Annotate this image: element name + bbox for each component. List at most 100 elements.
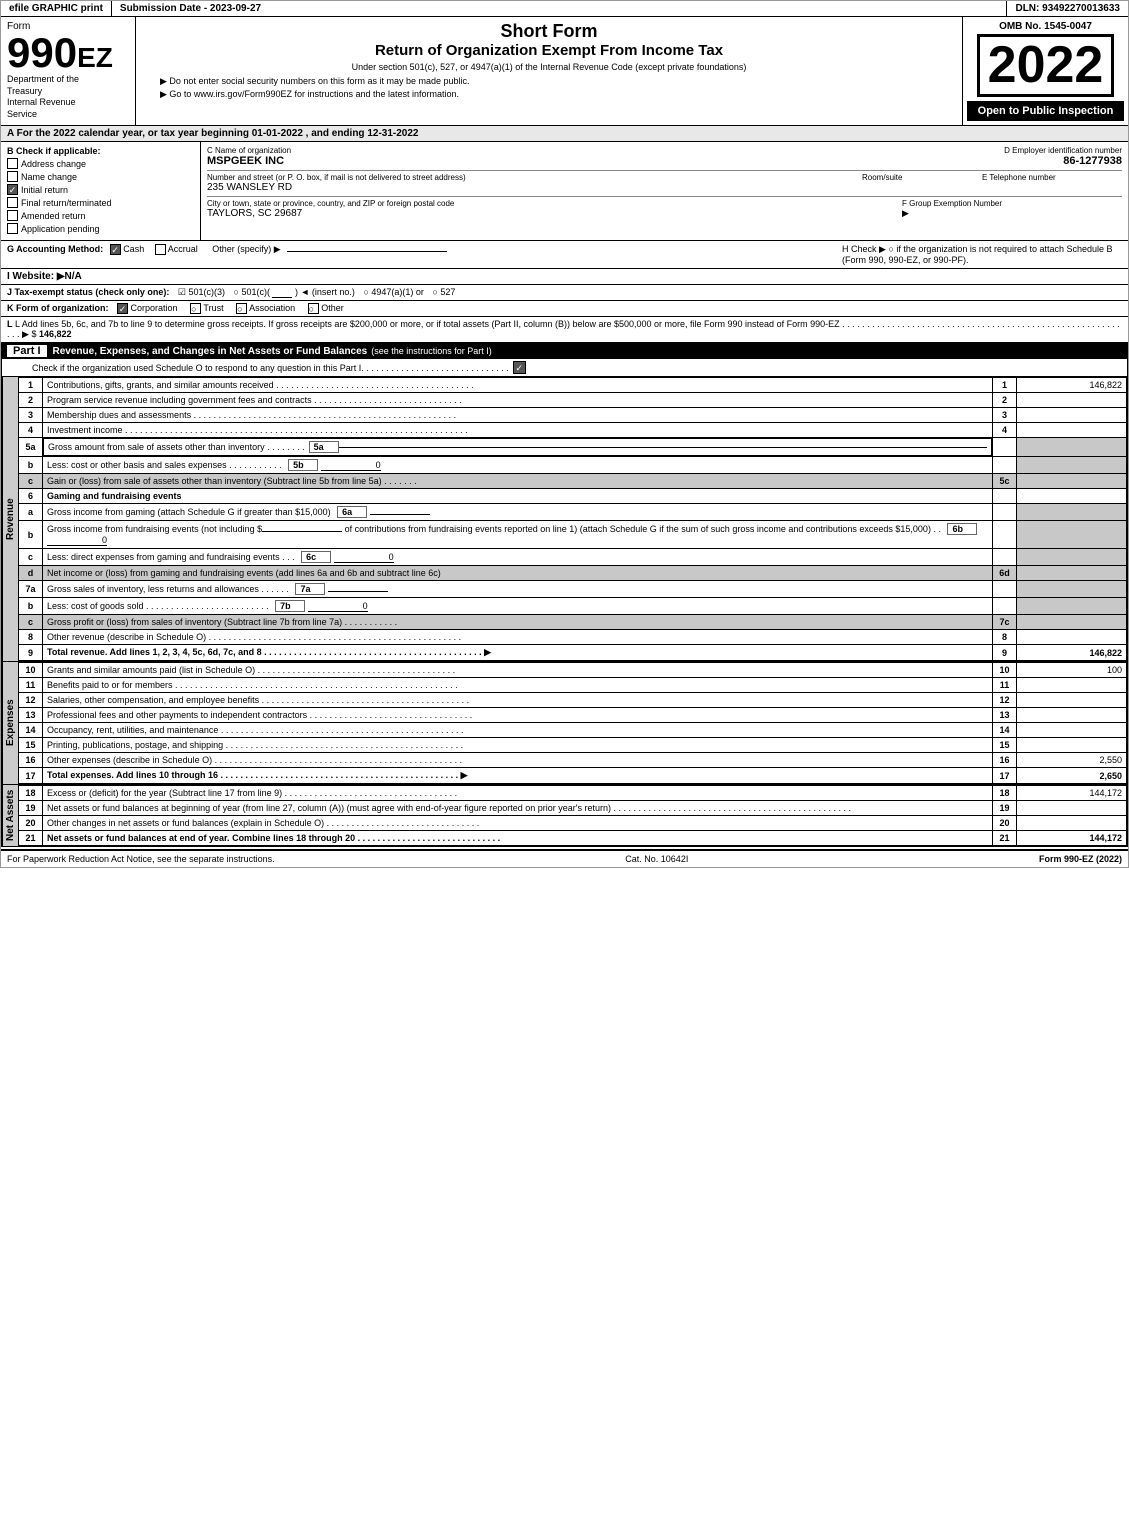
row-amount [1017,438,1127,457]
under-section: Under section 501(c), 527, or 4947(a)(1)… [140,62,958,72]
address-change-checkbox[interactable] [7,158,18,169]
application-pending-label: Application pending [21,224,100,234]
row-desc: Gross income from fundraising events (no… [43,521,993,549]
row-amount [1017,630,1127,645]
cash-checkbox[interactable]: ✓ [110,244,121,255]
l-prefix: L [7,319,13,329]
table-row: 10 Grants and similar amounts paid (list… [19,663,1127,678]
other-specify-field[interactable] [287,251,447,252]
row-line [993,504,1017,521]
table-row: 9 Total revenue. Add lines 1, 2, 3, 4, 5… [19,645,1127,661]
table-row: 5a Gross amount from sale of assets othe… [19,438,1127,457]
row-amount [1017,521,1127,549]
row-num: b [19,598,43,615]
row-line: 1 [993,378,1017,393]
table-row: 21 Net assets or fund balances at end of… [19,831,1127,846]
check-line-checkbox[interactable]: ✓ [513,361,526,374]
assoc-option: ○ Association [236,303,298,313]
row-desc: Net assets or fund balances at beginning… [43,801,993,816]
row-line [993,581,1017,598]
name-change-label: Name change [21,172,77,182]
table-row: d Net income or (loss) from gaming and f… [19,566,1127,581]
final-return-checkbox[interactable] [7,197,18,208]
row-desc: Other revenue (describe in Schedule O) .… [43,630,993,645]
row-desc: Contributions, gifts, grants, and simila… [43,378,993,393]
row-line: 21 [993,831,1017,846]
street-block: Number and street (or P. O. box, if mail… [207,173,862,193]
assoc-checkbox[interactable]: ○ [236,303,247,314]
other-org-checkbox[interactable]: ○ [308,303,319,314]
row-num: 13 [19,708,43,723]
trust-option: ○ Trust [190,303,226,313]
table-row: 8 Other revenue (describe in Schedule O)… [19,630,1127,645]
row-amount [1017,408,1127,423]
row-desc: Gaming and fundraising events [43,489,993,504]
row-num: 6 [19,489,43,504]
accrual-option: Accrual [155,244,201,254]
ein-label: D Employer identification number [902,146,1122,155]
row-amount: 144,172 [1017,786,1127,801]
section-i: I Website: ▶N/A [1,269,1128,285]
row-amount [1017,504,1127,521]
row-line: 6d [993,566,1017,581]
efile-label: efile GRAPHIC print [1,1,112,16]
table-row: 3 Membership dues and assessments . . . … [19,408,1127,423]
row-num: 4 [19,423,43,438]
org-name-block: C Name of organization MSPGEEK INC [207,146,902,167]
row-num: 5a [19,438,43,457]
insert-no-field[interactable] [272,297,292,298]
status-501c3: ☑ 501(c)(3) [178,287,225,297]
org-name-value: MSPGEEK INC [207,155,902,167]
row-desc: Gross income from gaming (attach Schedul… [43,504,993,521]
row-desc: Printing, publications, postage, and shi… [43,738,993,753]
name-change-checkbox[interactable] [7,171,18,182]
row-num: 10 [19,663,43,678]
row-desc: Other expenses (describe in Schedule O) … [43,753,993,768]
table-row: 13 Professional fees and other payments … [19,708,1127,723]
amended-return-label: Amended return [21,211,86,221]
row-amount [1017,393,1127,408]
section-k: K Form of organization: ✓ Corporation ○ … [1,301,1128,317]
k-label: K Form of organization: [7,303,109,313]
row-desc: Excess or (deficit) for the year (Subtra… [43,786,993,801]
accrual-checkbox[interactable] [155,244,166,255]
application-pending-checkbox[interactable] [7,223,18,234]
paperwork-notice: For Paperwork Reduction Act Notice, see … [7,854,275,864]
h-label: H Check ▶ [842,244,886,254]
application-pending-item: Application pending [7,223,194,234]
row-desc: Less: cost or other basis and sales expe… [43,457,993,474]
row-desc: Investment income . . . . . . . . . . . … [43,423,993,438]
row-desc: Less: direct expenses from gaming and fu… [43,549,993,566]
table-row: 16 Other expenses (describe in Schedule … [19,753,1127,768]
cat-no: Cat. No. 10642I [625,854,688,864]
row-amount: 144,172 [1017,831,1127,846]
row-amount [1017,474,1127,489]
row-line: 17 [993,768,1017,784]
row-desc: Total expenses. Add lines 10 through 16 … [43,768,993,784]
status-527: ○ 527 [432,287,455,297]
row-amount: 146,822 [1017,378,1127,393]
row-num: 7a [19,581,43,598]
row-desc: Gross amount from sale of assets other t… [43,438,992,456]
initial-return-checkbox[interactable]: ✓ [7,184,18,195]
section-h: H Check ▶ ○ if the organization is not r… [842,244,1122,265]
row-amount [1017,708,1127,723]
trust-checkbox[interactable]: ○ [190,303,201,314]
table-row: 14 Occupancy, rent, utilities, and maint… [19,723,1127,738]
ein-value: 86-1277938 [902,155,1122,167]
website-label: I Website: ▶N/A [7,271,82,282]
j-label: J Tax-exempt status (check only one): [7,287,169,297]
part-i-check-line: Check if the organization used Schedule … [1,359,1128,377]
amended-return-checkbox[interactable] [7,210,18,221]
corp-checkbox[interactable]: ✓ [117,303,128,314]
net-assets-table: 18 Excess or (deficit) for the year (Sub… [18,785,1127,846]
row-num: 17 [19,768,43,784]
table-row: 1 Contributions, gifts, grants, and simi… [19,378,1127,393]
row-amount [1017,423,1127,438]
row-num: b [19,521,43,549]
row-num: c [19,474,43,489]
row-amount: 100 [1017,663,1127,678]
table-row: b Gross income from fundraising events (… [19,521,1127,549]
group-exemption-label: F Group Exemption Number [902,199,1122,208]
row-desc: Program service revenue including govern… [43,393,993,408]
